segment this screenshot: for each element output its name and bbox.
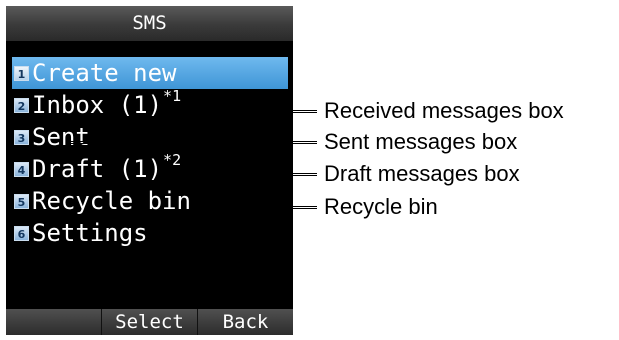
select-softkey[interactable]: Select bbox=[101, 309, 197, 335]
callout-draft: Draft messages box bbox=[324, 161, 520, 186]
footnote-marker: *2 bbox=[163, 151, 182, 169]
number-2-icon: 2 bbox=[14, 97, 29, 113]
menu-item-label: Settings bbox=[32, 219, 148, 247]
footnote-marker: *1 bbox=[163, 87, 182, 105]
menu-item-create-new[interactable]: 1 Create new bbox=[12, 57, 288, 89]
number-4-icon: 4 bbox=[14, 161, 29, 177]
menu-item-sent[interactable]: 3 Sent bbox=[12, 121, 288, 153]
leader-line-draft bbox=[179, 173, 317, 176]
menu-item-label: Recycle bin bbox=[32, 187, 191, 215]
screen-title: SMS bbox=[6, 6, 293, 41]
softkey-left[interactable] bbox=[6, 309, 101, 335]
callout-recycle-bin: Recycle bin bbox=[324, 194, 438, 219]
leader-line-inbox bbox=[187, 110, 317, 113]
menu-item-label: Inbox (1) bbox=[32, 91, 163, 119]
callout-inbox: Received messages box bbox=[324, 98, 564, 123]
menu-item-label: Draft (1) bbox=[32, 155, 163, 183]
menu-item-label: Sent bbox=[32, 123, 90, 151]
number-6-icon: 6 bbox=[14, 225, 29, 241]
menu-item-settings[interactable]: 6 Settings bbox=[12, 217, 288, 249]
menu-item-label: Create new bbox=[32, 59, 177, 87]
menu-item-recycle-bin[interactable]: 5 Recycle bin bbox=[12, 185, 288, 217]
number-5-icon: 5 bbox=[14, 193, 29, 209]
callout-sent: Sent messages box bbox=[324, 129, 518, 154]
number-3-icon: 3 bbox=[14, 129, 29, 145]
leader-line-sent bbox=[66, 141, 317, 144]
number-1-icon: 1 bbox=[14, 65, 29, 81]
leader-line-recycle bbox=[212, 206, 317, 209]
back-softkey[interactable]: Back bbox=[197, 309, 293, 335]
menu-item-draft[interactable]: 4 Draft (1) *2 bbox=[12, 151, 288, 185]
phone-screen: SMS 1 Create new 2 Inbox (1) *1 3 Sent 4… bbox=[6, 6, 293, 335]
softkey-bar: Select Back bbox=[6, 309, 293, 335]
menu-item-inbox[interactable]: 2 Inbox (1) *1 bbox=[12, 87, 288, 121]
